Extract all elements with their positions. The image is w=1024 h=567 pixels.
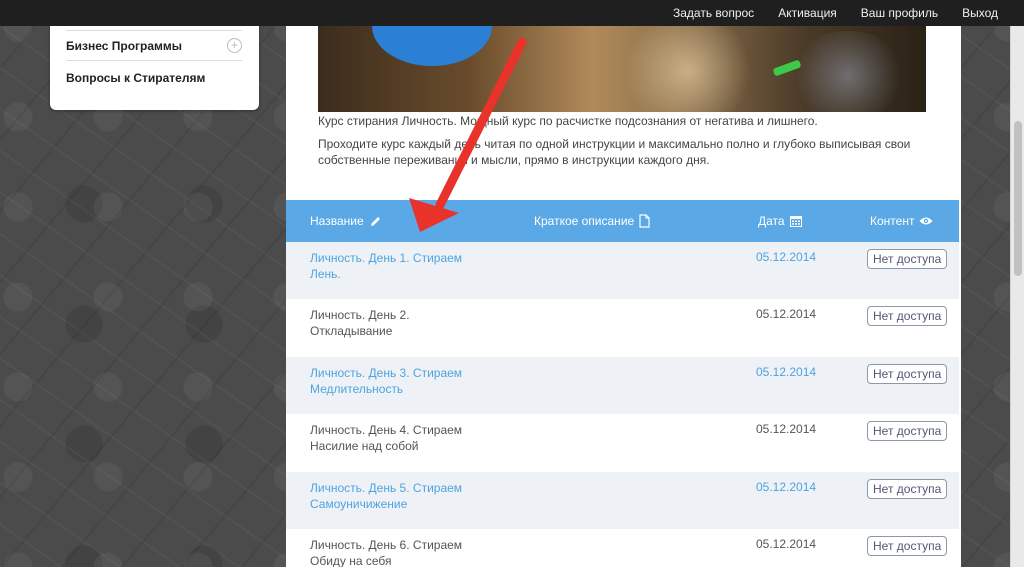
column-header-name[interactable]: Название (310, 200, 382, 242)
column-header-date[interactable]: Дата (758, 200, 802, 242)
document-icon (639, 214, 650, 228)
lesson-title-link[interactable]: Личность. День 1. Стираем Лень. (310, 250, 480, 282)
lesson-date: 05.12.2014 (756, 365, 817, 379)
table-row: Личность. День 2. Откладывание 05.12.201… (286, 299, 959, 356)
lesson-date: 05.12.2014 (756, 307, 817, 321)
table-row: Личность. День 6. Стираем Обиду на себя … (286, 529, 959, 567)
scrollbar-thumb[interactable] (1014, 121, 1022, 276)
no-access-button[interactable]: Нет доступа (867, 421, 948, 441)
profile-link[interactable]: Ваш профиль (861, 6, 938, 20)
sidebar-menu: Бизнес Программы + Вопросы к Стирателям (50, 18, 259, 110)
sidebar-item-business-programs[interactable]: Бизнес Программы + (66, 30, 242, 61)
calendar-icon (789, 215, 802, 227)
course-description: Курс стирания Личность. Мощный курс по р… (318, 114, 818, 128)
no-access-button[interactable]: Нет доступа (867, 306, 948, 326)
column-header-content[interactable]: Контент (870, 200, 933, 242)
ask-question-link[interactable]: Задать вопрос (673, 6, 754, 20)
course-instructions: Проходите курс каждый день читая по одно… (318, 137, 911, 167)
sidebar-item-questions[interactable]: Вопросы к Стирателям (66, 62, 242, 93)
sidebar-item-label: Бизнес Программы (66, 38, 183, 53)
plus-circle-icon[interactable]: + (227, 38, 242, 53)
lesson-date: 05.12.2014 (756, 250, 817, 264)
lesson-title-link[interactable]: Личность. День 2. Откладывание (310, 307, 480, 339)
top-navigation-bar: Задать вопрос Активация Ваш профиль Выхо… (0, 0, 1024, 26)
logout-link[interactable]: Выход (962, 6, 998, 20)
table-row: Личность. День 1. Стираем Лень. 05.12.20… (286, 242, 959, 299)
lesson-date: 05.12.2014 (756, 537, 817, 551)
lesson-title-link[interactable]: Личность. День 3. Стираем Медлительность (310, 365, 480, 397)
activation-link[interactable]: Активация (778, 6, 837, 20)
lessons-table-header: Название Краткое описание Дата Контент (286, 200, 959, 242)
course-banner-image (318, 26, 926, 112)
column-label: Краткое описание (534, 214, 635, 228)
table-row: Личность. День 3. Стираем Медлительность… (286, 357, 959, 414)
lesson-title-link[interactable]: Личность. День 5. Стираем Самоуничижение (310, 480, 480, 512)
no-access-button[interactable]: Нет доступа (867, 249, 948, 269)
page-scrollbar[interactable] (1010, 26, 1024, 567)
column-header-description[interactable]: Краткое описание (534, 200, 650, 242)
table-row: Личность. День 4. Стираем Насилие над со… (286, 414, 959, 471)
sidebar-item-label: Вопросы к Стирателям (66, 70, 206, 85)
column-label: Контент (870, 214, 915, 228)
table-row: Личность. День 5. Стираем Самоуничижение… (286, 472, 959, 529)
lesson-date: 05.12.2014 (756, 422, 817, 436)
no-access-button[interactable]: Нет доступа (867, 364, 948, 384)
pencil-icon (369, 215, 382, 228)
lesson-title-link[interactable]: Личность. День 6. Стираем Обиду на себя (310, 537, 480, 567)
column-label: Название (310, 214, 364, 228)
no-access-button[interactable]: Нет доступа (867, 536, 948, 556)
column-label: Дата (758, 214, 785, 228)
eye-icon (919, 216, 933, 226)
main-content-panel: Курс стирания Личность. Мощный курс по р… (286, 26, 961, 567)
lesson-title-link[interactable]: Личность. День 4. Стираем Насилие над со… (310, 422, 480, 454)
top-nav-links: Задать вопрос Активация Ваш профиль Выхо… (673, 0, 998, 26)
no-access-button[interactable]: Нет доступа (867, 479, 948, 499)
lesson-date: 05.12.2014 (756, 480, 817, 494)
